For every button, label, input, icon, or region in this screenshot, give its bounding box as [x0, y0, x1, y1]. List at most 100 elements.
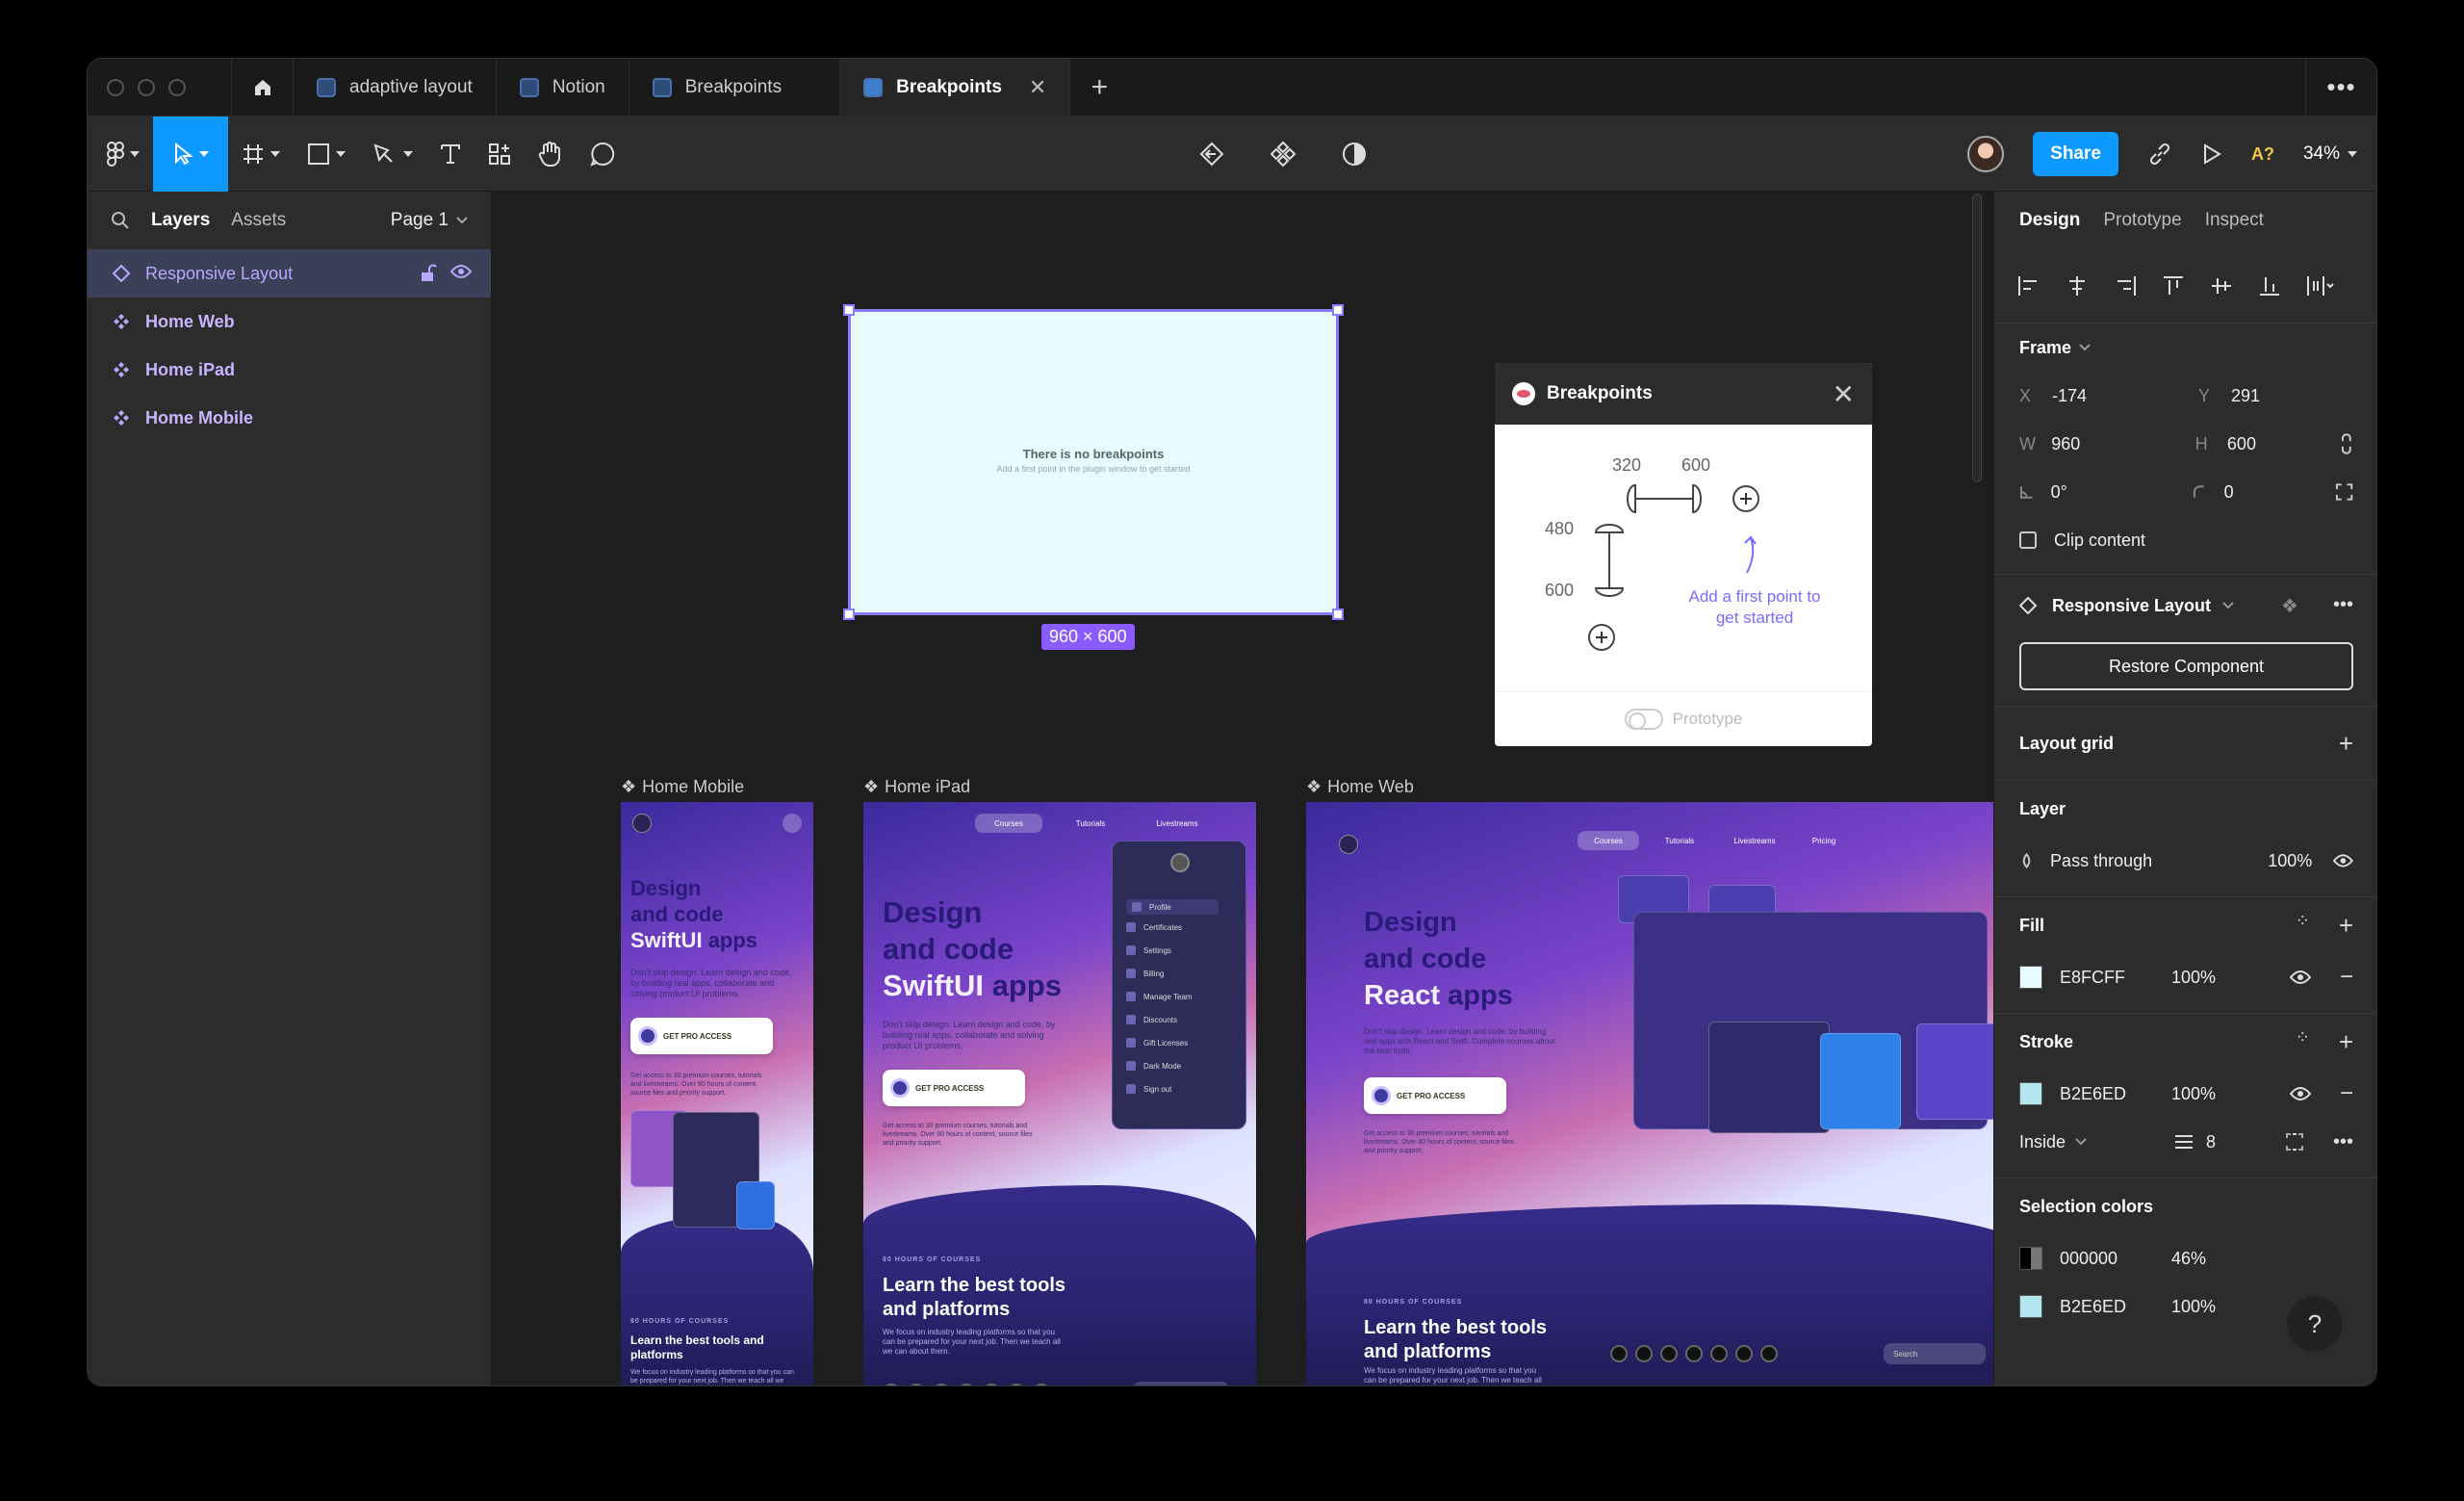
menu-dark-mode[interactable]: Dark Mode — [1126, 1061, 1181, 1071]
search-field[interactable]: Search — [1884, 1343, 1986, 1364]
chevron-down-icon[interactable] — [2222, 602, 2234, 609]
component-button[interactable] — [1256, 116, 1310, 192]
text-tool[interactable] — [426, 116, 475, 192]
frame-label-home-web[interactable]: ❖ Home Web — [1306, 777, 1414, 797]
radius-input[interactable]: 0 — [2224, 482, 2335, 503]
eye-icon[interactable] — [2289, 970, 2311, 985]
add-layout-grid-icon[interactable]: + — [2339, 729, 2353, 759]
constrain-proportions-icon[interactable] — [2340, 433, 2353, 454]
independent-corners-icon[interactable] — [2335, 482, 2353, 502]
menu-sign-out[interactable]: Sign out — [1126, 1084, 1171, 1094]
avatar[interactable] — [1967, 136, 2005, 172]
page-selector[interactable]: Page 1 — [391, 210, 468, 231]
tab-breakpoints-active[interactable]: Breakpoints ✕ — [840, 59, 1071, 116]
align-horizontal-center-icon[interactable] — [2066, 275, 2089, 297]
stroke-opacity-input[interactable]: 100% — [2171, 1084, 2216, 1104]
selection-color-swatch[interactable] — [2019, 1295, 2042, 1318]
fill-swatch[interactable] — [2019, 966, 2042, 989]
selection-color-swatch[interactable] — [2019, 1247, 2042, 1270]
selection-color-opacity[interactable]: 100% — [2171, 1297, 2216, 1317]
layer-home-web[interactable]: Home Web — [88, 298, 491, 346]
h-input[interactable]: 600 — [2227, 434, 2340, 454]
nav-courses[interactable]: Courses — [1578, 831, 1639, 850]
reset-instance-button[interactable] — [1185, 116, 1239, 192]
tab-assets[interactable]: Assets — [231, 210, 286, 231]
remove-stroke-icon[interactable]: − — [2340, 1080, 2353, 1107]
search-icon[interactable] — [111, 211, 130, 230]
w-input[interactable]: 960 — [2051, 434, 2164, 454]
add-stroke-icon[interactable]: + — [2339, 1027, 2353, 1057]
prototype-toggle[interactable] — [1624, 709, 1663, 730]
help-button[interactable]: ? — [2287, 1296, 2343, 1352]
pen-tool[interactable] — [359, 116, 426, 192]
add-height-breakpoint-icon[interactable] — [1587, 623, 1616, 652]
tab-design[interactable]: Design — [2019, 210, 2080, 231]
eye-icon[interactable] — [450, 264, 472, 279]
main-menu-button[interactable] — [88, 116, 153, 192]
menu-settings[interactable]: Settings — [1126, 945, 1171, 955]
menu-icon[interactable] — [783, 814, 802, 833]
frame-label-home-mobile[interactable]: ❖ Home Mobile — [621, 777, 744, 797]
home-button[interactable] — [232, 59, 294, 116]
frame-tool[interactable] — [228, 116, 294, 192]
selection-color-hex[interactable]: 000000 — [2060, 1249, 2171, 1269]
tab-breakpoints[interactable]: Breakpoints — [629, 59, 841, 116]
menu-manage-team[interactable]: Manage Team — [1126, 992, 1193, 1001]
share-button[interactable]: Share — [2033, 132, 2118, 176]
frame-dropdown[interactable]: Frame — [1994, 323, 2376, 372]
minimize-window-button[interactable] — [138, 78, 155, 96]
home-web-frame[interactable]: Courses Tutorials Livestreams Pricing De… — [1306, 802, 1993, 1385]
home-mobile-frame[interactable]: Design and code SwiftUI apps Don't skip … — [621, 802, 813, 1385]
nav-livestreams[interactable]: Livestreams — [1718, 831, 1791, 850]
selection-color-opacity[interactable]: 46% — [2171, 1249, 2206, 1269]
stroke-swatch[interactable] — [2019, 1082, 2042, 1105]
close-icon[interactable]: ✕ — [1833, 378, 1855, 410]
menu-billing[interactable]: Billing — [1126, 969, 1164, 978]
canvas[interactable]: There is no breakpoints Add a first poin… — [492, 192, 1993, 1385]
tab-layers[interactable]: Layers — [151, 210, 210, 231]
add-width-breakpoint-icon[interactable] — [1732, 484, 1760, 513]
align-bottom-icon[interactable] — [2258, 275, 2281, 297]
menu-gift-licenses[interactable]: Gift Licenses — [1126, 1038, 1188, 1048]
align-top-icon[interactable] — [2162, 275, 2185, 297]
accessibility-button[interactable]: A? — [2251, 144, 2274, 165]
clip-content-row[interactable]: Clip content — [1994, 516, 2376, 564]
menu-certificates[interactable]: Certificates — [1126, 922, 1182, 932]
x-input[interactable]: -174 — [2052, 386, 2168, 406]
component-name[interactable]: Responsive Layout — [2052, 596, 2211, 616]
align-left-icon[interactable] — [2017, 275, 2040, 297]
frame-label-home-ipad[interactable]: ❖ Home iPad — [863, 777, 970, 797]
styles-grid-icon[interactable]: ⁘ — [2296, 1027, 2310, 1057]
contrast-button[interactable] — [1327, 116, 1381, 192]
close-window-button[interactable] — [107, 78, 124, 96]
pro-access-card[interactable]: GET PRO ACCESS — [883, 1070, 1025, 1106]
nav-tutorials[interactable]: Tutorials — [1649, 831, 1710, 850]
align-right-icon[interactable] — [2114, 275, 2137, 297]
resources-tool[interactable] — [475, 116, 525, 192]
nav-courses[interactable]: Courses — [975, 814, 1042, 833]
zoom-dropdown[interactable]: 34% — [2303, 143, 2357, 165]
resize-handle[interactable] — [843, 608, 855, 620]
comment-tool[interactable] — [577, 116, 629, 192]
link-icon[interactable] — [2147, 142, 2172, 167]
layer-home-ipad[interactable]: Home iPad — [88, 346, 491, 394]
nav-pricing[interactable]: Pricing — [1797, 831, 1851, 850]
nav-livestreams[interactable]: Livestreams — [1139, 814, 1216, 833]
hand-tool[interactable] — [525, 116, 577, 192]
nav-tutorials[interactable]: Tutorials — [1060, 814, 1121, 833]
distribute-icon[interactable] — [2306, 275, 2335, 297]
pro-access-card[interactable]: GET PRO ACCESS — [630, 1018, 773, 1054]
stroke-hex-input[interactable]: B2E6ED — [2060, 1084, 2171, 1104]
layer-responsive-layout[interactable]: Responsive Layout — [88, 249, 491, 298]
resize-handle[interactable] — [1332, 608, 1344, 620]
align-vertical-center-icon[interactable] — [2210, 275, 2233, 297]
pro-access-card[interactable]: GET PRO ACCESS — [1364, 1077, 1506, 1114]
selection-color-hex[interactable]: B2E6ED — [2060, 1297, 2171, 1317]
y-input[interactable]: 291 — [2231, 386, 2347, 406]
stroke-sides-icon[interactable] — [2285, 1132, 2304, 1152]
restore-component-button[interactable]: Restore Component — [2019, 642, 2353, 690]
tab-adaptive-layout[interactable]: adaptive layout — [294, 59, 497, 116]
more-options-icon[interactable]: ••• — [2333, 594, 2353, 618]
eye-icon[interactable] — [2289, 1086, 2311, 1101]
unlock-icon[interactable] — [420, 264, 437, 283]
